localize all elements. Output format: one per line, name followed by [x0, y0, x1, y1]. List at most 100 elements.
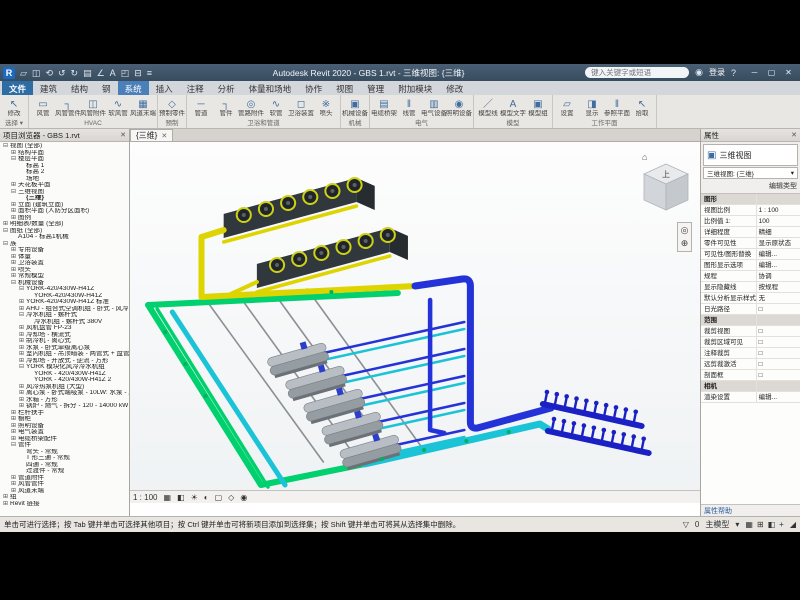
property-row[interactable]: 可见性/图形替换 编辑... — [701, 249, 800, 260]
ribbon-button[interactable]: ↖ 拾取 — [630, 99, 654, 117]
property-row[interactable]: 零件可见性 显示原状态 — [701, 238, 800, 249]
tree-expand-icon[interactable]: ⊟ — [3, 241, 10, 248]
property-row[interactable]: 相机 — [701, 381, 800, 392]
ribbon-panel-label[interactable]: HVAC — [31, 120, 155, 128]
ribbon-button[interactable]: ◻ 卫浴装置 — [289, 99, 313, 117]
property-value[interactable]: 按规程 — [756, 282, 800, 292]
property-value[interactable]: □ — [756, 304, 800, 314]
view-control-button[interactable]: ▢ — [215, 493, 223, 502]
quick-access-button[interactable]: ⟲ — [45, 67, 53, 79]
navigation-tool-icon[interactable]: ◎ — [681, 225, 689, 236]
ribbon-tab[interactable]: 体量和场地 — [242, 81, 299, 95]
property-row[interactable]: 图形 — [701, 194, 800, 205]
viewcube-home-icon[interactable]: ⌂ — [642, 152, 647, 162]
quick-access-button[interactable]: ◫ — [32, 67, 41, 79]
ribbon-tab[interactable]: 视图 — [329, 81, 360, 95]
property-row[interactable]: 规程 协调 — [701, 271, 800, 282]
ribbon-tab[interactable]: 文件 — [2, 81, 33, 95]
quick-access-button[interactable]: ↺ — [58, 67, 66, 79]
ribbon-tab[interactable]: 注释 — [180, 81, 211, 95]
view-tab[interactable]: {三维} ✕ — [130, 129, 173, 141]
property-value[interactable]: 编辑... — [756, 260, 800, 270]
edit-type-button[interactable]: 编辑类型 — [769, 181, 797, 191]
window-control-button[interactable]: ✕ — [780, 68, 797, 77]
tree-expand-icon[interactable]: ⊟ — [19, 364, 26, 371]
tree-expand-icon[interactable]: ⊞ — [3, 501, 10, 508]
user-icon[interactable]: ◉ — [695, 67, 703, 78]
property-value[interactable]: 精细 — [756, 227, 800, 237]
3d-model-scene[interactable] — [130, 142, 700, 503]
property-value[interactable]: 无 — [756, 293, 800, 303]
property-value[interactable]: 协调 — [756, 271, 800, 281]
ribbon-tab[interactable]: 分析 — [211, 81, 242, 95]
ribbon-button[interactable]: ▤ 电缆桥架 — [372, 99, 396, 117]
tree-expand-icon[interactable]: ⊟ — [11, 156, 18, 163]
quick-access-button[interactable]: ∠ — [97, 67, 105, 79]
ribbon-button[interactable]: ◉ 照明设备 — [447, 99, 471, 117]
property-row[interactable]: 渲染设置 编辑... — [701, 392, 800, 403]
property-value[interactable]: □ — [756, 326, 800, 336]
ribbon-panel-label[interactable]: 预制 — [160, 120, 184, 128]
navigation-tool-icon[interactable]: ⊕ — [681, 238, 689, 249]
ribbon-button[interactable]: ─ 管道 — [189, 99, 213, 117]
ribbon-button[interactable]: ◎ 管路附件 — [239, 99, 263, 117]
property-row[interactable]: 详细程度 精细 — [701, 227, 800, 238]
view-control-button[interactable]: ▦ — [163, 493, 171, 502]
property-row[interactable]: 裁剪视图 □ — [701, 326, 800, 337]
viewcube[interactable]: ⌂ 上 — [638, 148, 694, 218]
property-value[interactable]: 编辑... — [756, 392, 800, 402]
viewcube-top-label[interactable]: 上 — [662, 170, 670, 179]
ribbon-panel-label[interactable]: 卫浴和管道 — [189, 120, 338, 128]
properties-help-link[interactable]: 属性帮助 — [701, 504, 800, 516]
manifold-upper[interactable] — [543, 390, 642, 426]
property-row[interactable]: 远剪裁激活 □ — [701, 359, 800, 370]
filter-icon[interactable]: ▽ — [683, 520, 689, 529]
ribbon-button[interactable]: ↖ 修改 — [2, 99, 26, 117]
tree-expand-icon[interactable]: ⊟ — [11, 280, 18, 287]
tree-expand-icon[interactable]: ⊟ — [3, 143, 10, 150]
ribbon-button[interactable]: ▣ 机械设备 — [343, 99, 367, 117]
property-row[interactable]: 图形显示选项 编辑... — [701, 260, 800, 271]
status-toggle-icon[interactable]: ◧ — [768, 520, 776, 529]
ribbon-panel-label[interactable]: 选择 ▾ — [2, 120, 26, 128]
search-input[interactable] — [585, 67, 689, 78]
instance-combo[interactable]: 三维视图: {三维} ▾ — [703, 167, 798, 179]
ribbon-tab[interactable]: 结构 — [64, 81, 95, 95]
quick-access-button[interactable]: ▤ — [83, 67, 92, 79]
ribbon-button[interactable]: ▦ 风道末端 — [131, 99, 155, 117]
tree-expand-icon[interactable]: ⊟ — [19, 286, 26, 293]
ribbon-button[interactable]: ▣ 模型组 — [526, 99, 550, 117]
tree-expand-icon[interactable]: ⊟ — [19, 312, 26, 319]
view-control-button[interactable]: ◐ — [204, 493, 209, 502]
quick-access-button[interactable]: ◰ — [121, 67, 130, 79]
quick-access-button[interactable]: ▱ — [20, 67, 27, 79]
ribbon-tab[interactable]: 修改 — [439, 81, 470, 95]
window-control-button[interactable]: ▢ — [763, 68, 780, 77]
sign-in-label[interactable]: 登录 — [709, 67, 725, 78]
quick-access-button[interactable]: ↻ — [71, 67, 79, 79]
ribbon-button[interactable]: ※ 喷头 — [314, 99, 338, 117]
ribbon-button[interactable]: ┐ 管件 — [214, 99, 238, 117]
ribbon-panel-label[interactable]: 工作平面 — [555, 120, 654, 128]
property-value[interactable]: 显示原状态 — [756, 238, 800, 248]
ribbon-button[interactable]: A 模型文字 — [501, 99, 525, 117]
3d-viewport[interactable]: ⌂ 上 ◎ ⊕ 1 : — [130, 142, 700, 503]
window-control-button[interactable]: ─ — [746, 68, 763, 77]
property-row[interactable]: 日光路径 □ — [701, 304, 800, 315]
ribbon-panel-label[interactable]: 模型 — [476, 120, 550, 128]
close-icon[interactable]: ✕ — [120, 131, 126, 139]
ribbon-panel-label[interactable]: 电气 — [372, 120, 471, 128]
property-value[interactable]: □ — [756, 359, 800, 369]
view-tab-close-icon[interactable]: ✕ — [161, 132, 167, 140]
tree-expand-icon[interactable]: ⊟ — [11, 442, 18, 449]
ribbon-tab[interactable]: 管理 — [360, 81, 391, 95]
ribbon-button[interactable]: ∿ 软管 — [264, 99, 288, 117]
type-selector[interactable]: ▣ 三维视图 — [703, 144, 798, 166]
property-value[interactable] — [756, 315, 800, 325]
ribbon-button[interactable]: ◨ 显示 — [580, 99, 604, 117]
ribbon-button[interactable]: ／ 模型线 — [476, 99, 500, 117]
status-toggle-icon[interactable]: + — [779, 520, 784, 529]
property-row[interactable]: 范围 — [701, 315, 800, 326]
property-value[interactable]: □ — [756, 337, 800, 347]
property-row[interactable]: 显示隐藏线 按规程 — [701, 282, 800, 293]
